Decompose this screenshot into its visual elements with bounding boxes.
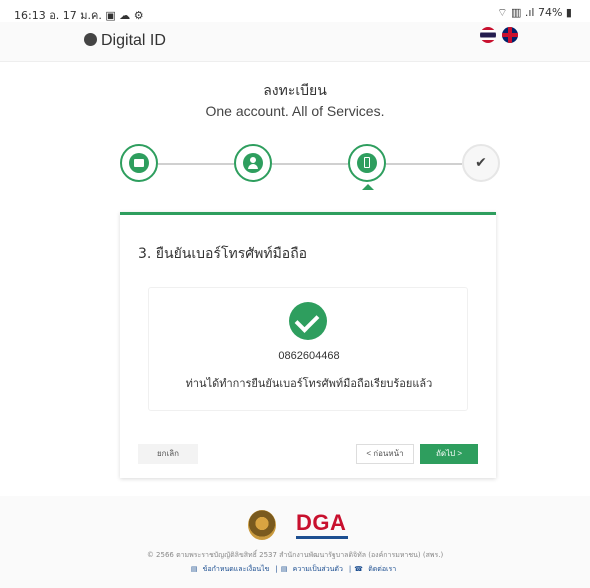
fingerprint-icon — [84, 33, 97, 46]
privacy-link[interactable]: ▤ ความเป็นส่วนตัว — [281, 565, 346, 573]
uk-flag-icon[interactable] — [502, 27, 518, 43]
dga-logo: DGA — [296, 510, 347, 535]
verified-message: ท่านได้ทำการยืนยันเบอร์โทรศัพท์มือถือเรี… — [185, 377, 433, 390]
check-icon: ✔ — [475, 155, 487, 171]
step-3 — [348, 144, 386, 182]
footer-links: ▤ ข้อกำหนดและเงื่อนไข | ▤ ความเป็นส่วนตัว |… — [0, 564, 590, 575]
thai-flag-icon[interactable] — [480, 27, 496, 43]
next-button[interactable]: ถัดไป > — [420, 444, 478, 464]
step-connector — [158, 163, 234, 165]
verification-card: 3. ยืนยันเบอร์โทรศัพท์มือถือ 0862604468 … — [120, 212, 496, 478]
step-connector — [386, 163, 462, 165]
page-subtitle: One account. All of Services. — [205, 103, 385, 119]
registration-stepper: ✔ — [120, 144, 500, 184]
status-battery: ⌔ ▥ .ıl 74% ▮ — [497, 6, 572, 19]
digital-id-logo[interactable]: Digital ID — [84, 32, 166, 50]
top-header: Digital ID — [0, 22, 590, 62]
footer: DGA © 2566 ตามพระราชบัญญัติลิขสิทธิ์ 253… — [0, 496, 590, 588]
id-card-icon — [134, 159, 144, 167]
step-4: ✔ — [462, 144, 500, 182]
step-connector — [272, 163, 348, 165]
copyright-text: © 2566 ตามพระราชบัญญัติลิขสิทธิ์ 2537 สำ… — [146, 551, 444, 559]
back-button[interactable]: < ก่อนหน้า — [356, 444, 414, 464]
active-step-pointer — [362, 184, 374, 190]
phone-number: 0862604468 — [278, 350, 340, 362]
step-2 — [234, 144, 272, 182]
government-seal-icon — [248, 510, 276, 540]
terms-link[interactable]: ▤ ข้อกำหนดและเงื่อนไข — [191, 565, 273, 573]
success-check-icon — [289, 302, 327, 340]
success-panel: 0862604468 ท่านได้ทำการยืนยันเบอร์โทรศัพ… — [148, 287, 468, 411]
user-icon — [250, 157, 256, 163]
card-title: 3. ยืนยันเบอร์โทรศัพท์มือถือ — [138, 246, 308, 262]
step-1 — [120, 144, 158, 182]
contact-link[interactable]: ☎ ติดต่อเรา — [354, 565, 399, 573]
phone-icon — [364, 157, 370, 168]
language-switcher — [474, 27, 518, 47]
page-title: ลงทะเบียน — [263, 83, 327, 99]
status-bar: 16:13 อ. 17 ม.ค. ▣ ☁ ⚙ ⌔ ▥ .ıl 74% ▮ — [0, 0, 590, 22]
dga-logo-underline — [296, 536, 348, 539]
cancel-button[interactable]: ยกเลิก — [138, 444, 198, 464]
